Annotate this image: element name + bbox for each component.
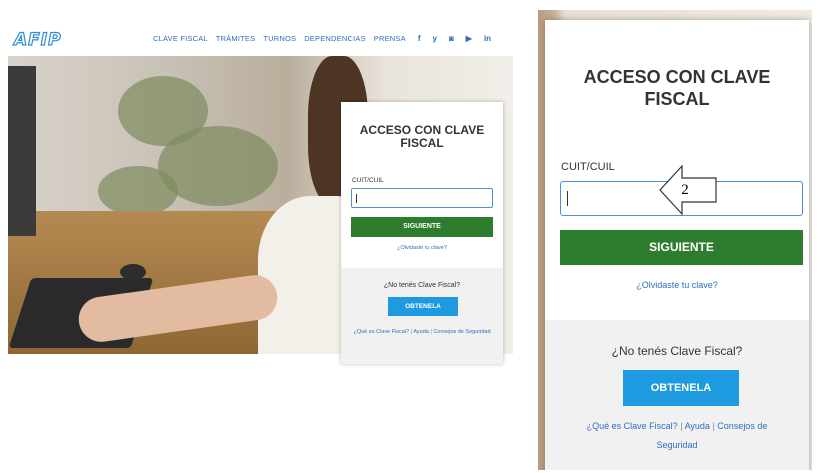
plant-decoration [98, 166, 178, 216]
no-clave-text: ¿No tenés Clave Fiscal? [383, 282, 461, 289]
forgot-password-link[interactable]: ¿Olvidaste tu clave? [341, 245, 503, 251]
help-link[interactable]: Ayuda [413, 329, 429, 335]
nav-prensa[interactable]: PRENSA [374, 34, 406, 43]
text-caret [567, 191, 568, 206]
main-nav: CLAVE FISCAL TRÁMITES TURNOS DEPENDENCIA… [153, 34, 491, 43]
what-is-clave-link[interactable]: ¿Qué es Clave Fiscal? [587, 421, 678, 431]
security-tips-link[interactable]: Consejos de Seguridad [433, 329, 490, 335]
nav-dependencias[interactable]: DEPENDENCIAS [304, 34, 366, 43]
help-links: ¿Qué es Clave Fiscal? | Ayuda | Consejos… [586, 421, 768, 450]
monitor [8, 66, 36, 236]
nav-turnos[interactable]: TURNOS [263, 34, 296, 43]
twitter-icon[interactable]: y [433, 34, 437, 43]
siguiente-button[interactable]: SIGUIENTE [560, 230, 803, 265]
login-panel-large: ACCESO CON CLAVE FISCAL CUIT/CUIL SIGUIE… [545, 20, 809, 470]
cuit-input[interactable] [351, 188, 493, 208]
step-number-label: 2 [681, 182, 689, 198]
no-clave-text: ¿No tenés Clave Fiscal? [611, 344, 743, 358]
computer-mouse [120, 264, 146, 280]
help-links: ¿Qué es Clave Fiscal? | Ayuda | Consejos… [353, 329, 491, 335]
linkedin-icon[interactable]: in [484, 34, 491, 43]
afip-page-screenshot: AFIP CLAVE FISCAL TRÁMITES TURNOS DEPEND… [8, 22, 513, 364]
login-panel-small: ACCESO CON CLAVE FISCAL CUIT/CUIL SIGUIE… [341, 102, 503, 364]
facebook-icon[interactable]: f [418, 34, 421, 43]
cuit-label: CUIT/CUIL [352, 177, 384, 184]
cuit-label: CUIT/CUIL [561, 161, 615, 173]
afip-logo[interactable]: AFIP [13, 29, 62, 50]
help-link[interactable]: Ayuda [685, 421, 710, 431]
instagram-icon[interactable]: ◙ [449, 34, 454, 43]
youtube-icon[interactable]: ▶ [466, 34, 472, 43]
forgot-password-link[interactable]: ¿Olvidaste tu clave? [545, 280, 809, 290]
what-is-clave-link[interactable]: ¿Qué es Clave Fiscal? [353, 329, 409, 335]
text-caret [356, 194, 357, 203]
top-navigation-bar: AFIP CLAVE FISCAL TRÁMITES TURNOS DEPEND… [8, 22, 513, 56]
siguiente-button[interactable]: SIGUIENTE [351, 217, 493, 237]
login-title: ACCESO CON CLAVE FISCAL [359, 123, 485, 150]
zoomed-login-screenshot: ACCESO CON CLAVE FISCAL CUIT/CUIL SIGUIE… [538, 10, 812, 470]
obtenela-button[interactable]: OBTENELA [623, 370, 739, 406]
register-section: ¿No tenés Clave Fiscal? OBTENELA ¿Qué es… [545, 320, 809, 470]
login-title: ACCESO CON CLAVE FISCAL [583, 67, 771, 109]
obtenela-button[interactable]: OBTENELA [388, 297, 458, 316]
register-section: ¿No tenés Clave Fiscal? OBTENELA ¿Qué es… [341, 268, 503, 364]
nav-clave-fiscal[interactable]: CLAVE FISCAL [153, 34, 208, 43]
nav-tramites[interactable]: TRÁMITES [216, 34, 256, 43]
